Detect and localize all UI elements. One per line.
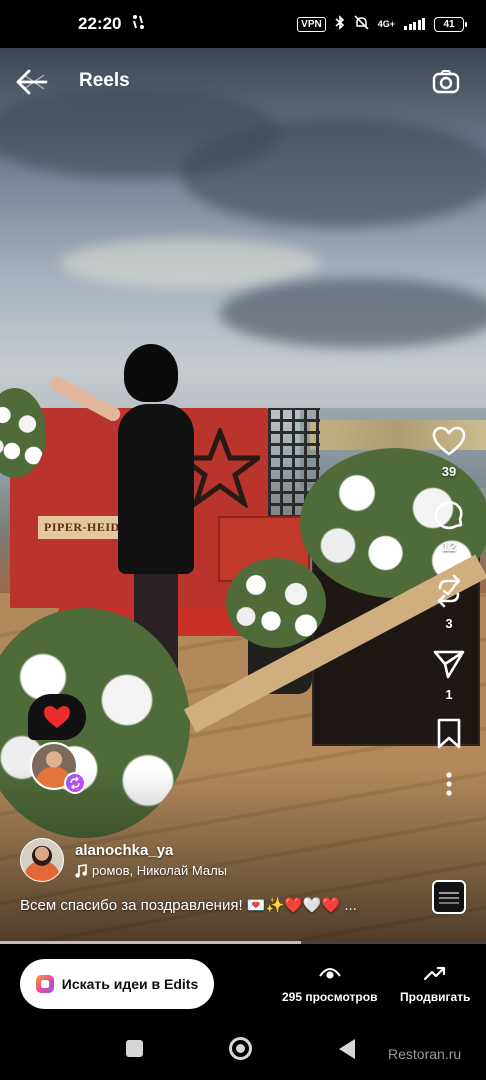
comment-button[interactable]: 12 [433, 499, 465, 554]
repost-button[interactable]: 3 [434, 574, 464, 631]
camera-button[interactable] [428, 64, 464, 100]
cloud [220, 278, 486, 348]
audio-art [439, 892, 459, 894]
system-nav-bar: Restoran.ru [0, 1024, 486, 1080]
views-stat[interactable]: 295 просмотров [282, 962, 377, 1004]
bottom-bar: Искать идеи в Edits 295 просмотров Продв… [0, 944, 486, 1024]
status-time: 22:20 [78, 14, 122, 33]
edits-button-label: Искать идеи в Edits [61, 976, 199, 992]
share-count: 1 [445, 687, 453, 702]
person-dress [118, 404, 194, 574]
reels-header: Reels [0, 62, 486, 102]
home-button[interactable] [229, 1037, 252, 1060]
signal-icon [404, 18, 425, 30]
caption[interactable]: Всем спасибо за поздравления! 💌✨❤️🤍❤️ ..… [20, 896, 425, 914]
music-title: ромов, Николай Малы [92, 863, 228, 878]
back-arrow-icon [16, 69, 48, 95]
author-row: alanochka_ya ромов, Николай Малы [20, 838, 227, 882]
vpn-badge: VPN [297, 16, 326, 32]
like-button[interactable]: 39 [432, 426, 466, 479]
author-info: alanochka_ya ромов, Николай Малы [75, 842, 227, 878]
network-type: 4G+ [377, 18, 395, 29]
red-heart-icon [44, 706, 70, 728]
eye-icon [318, 962, 342, 984]
share-button[interactable]: 1 [433, 649, 465, 702]
send-icon [433, 650, 465, 679]
bluetooth-icon [335, 15, 345, 33]
comment-icon [434, 501, 463, 530]
audio-thumbnail[interactable] [432, 880, 466, 914]
back-button[interactable] [14, 64, 50, 100]
battery-icon: 41 [434, 16, 467, 32]
caption-more[interactable]: ... [344, 897, 357, 914]
comment-count: 12 [441, 539, 457, 554]
caption-text: Всем спасибо за поздравления! 💌✨❤️🤍❤️ [20, 897, 341, 914]
like-count: 39 [441, 464, 457, 479]
notification-icon [131, 14, 145, 34]
cloud [180, 118, 486, 228]
more-options-button[interactable] [446, 772, 452, 796]
bookmark-icon [437, 718, 461, 749]
flowers [226, 558, 326, 648]
trend-up-icon [423, 962, 447, 984]
reaction-bubble[interactable] [28, 694, 86, 740]
home-dot [236, 1044, 245, 1053]
remix-badge [64, 772, 86, 794]
status-bar: 22:20 VPN 4G+ 41 [0, 0, 486, 48]
remix-icon [70, 777, 80, 789]
more-vertical-icon [446, 772, 452, 796]
heart-icon [432, 426, 466, 456]
author-avatar[interactable] [20, 838, 64, 882]
cloud [60, 238, 320, 288]
views-count: 295 просмотров [282, 990, 378, 1004]
reel-video[interactable]: PIPER-HEIDSIECK [0, 48, 486, 942]
boost-label: Продвигать [400, 990, 471, 1004]
author-name[interactable]: alanochka_ya [75, 842, 227, 859]
status-icons: VPN 4G+ 41 [297, 15, 467, 33]
back-nav-button[interactable] [339, 1039, 355, 1059]
repost-count: 3 [445, 616, 453, 631]
boost-button[interactable]: Продвигать [400, 962, 470, 1004]
mute-bell-icon [354, 15, 369, 33]
watermark: Restoran.ru [388, 1046, 462, 1062]
page-title: Reels [79, 70, 130, 91]
music-link[interactable]: ромов, Николай Малы [75, 863, 227, 878]
edits-logo-icon [35, 975, 54, 993]
camera-icon [432, 70, 460, 94]
repost-icon [437, 574, 461, 608]
battery-level: 41 [443, 18, 455, 30]
edits-button[interactable]: Искать идеи в Edits [20, 959, 214, 1009]
action-rail: 39 12 3 1 [424, 426, 474, 796]
save-button[interactable] [436, 718, 462, 750]
person-head [124, 344, 178, 402]
music-note-icon [75, 863, 87, 878]
recents-button[interactable] [126, 1040, 143, 1057]
